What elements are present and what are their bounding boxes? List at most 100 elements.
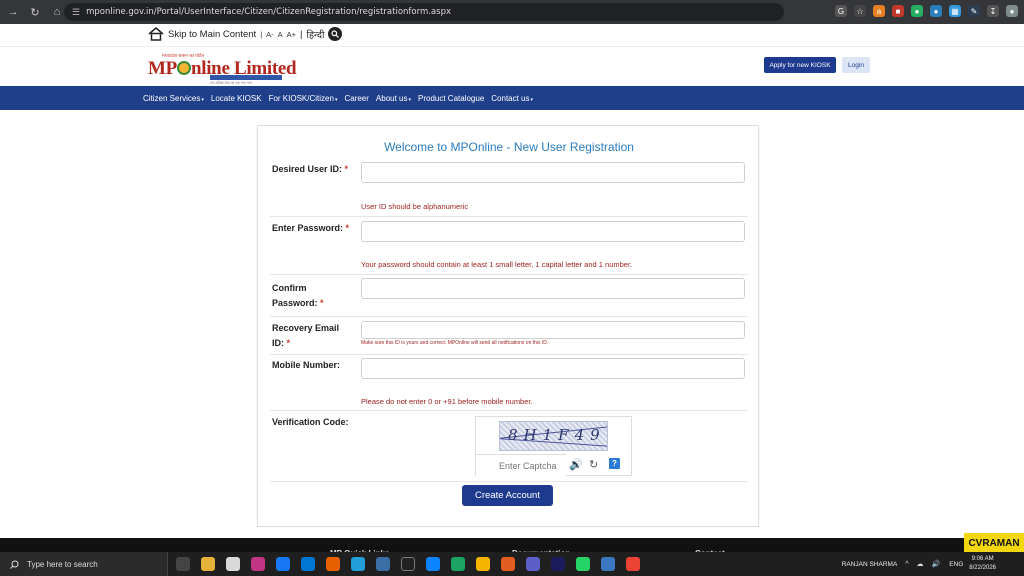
edge-dev-icon[interactable] (451, 557, 465, 571)
search-icon[interactable] (328, 27, 343, 41)
photo-app-icon[interactable] (501, 557, 515, 571)
maps-icon[interactable]: ● (911, 5, 923, 17)
chrome-icon[interactable] (476, 557, 490, 571)
nav-item-citizen-services[interactable]: Citizen Services▾ (143, 94, 204, 103)
tray-icons[interactable]: ^ ☁ 🔊 (905, 560, 943, 568)
captcha-text: 8H1F49 (508, 426, 606, 444)
font-decrease-button[interactable]: A- (266, 30, 274, 39)
star-icon[interactable]: ☆ (854, 5, 866, 17)
chevron-down-icon: ▾ (334, 96, 338, 103)
user-id-label: Desired User ID: * (272, 162, 348, 177)
recovery-email-input[interactable] (361, 321, 745, 339)
create-account-button[interactable]: Create Account (462, 485, 553, 506)
url-text: mponline.gov.in/Portal/UserInterface/Cit… (86, 7, 451, 17)
refresh-icon[interactable]: ↻ (589, 458, 598, 471)
email-label-line2: ID: (272, 338, 284, 348)
taskbar-search[interactable]: Type here to search (0, 552, 168, 576)
skip-to-main-link[interactable]: Skip to Main Content (168, 29, 256, 40)
password-hint: Your password should contain at least 1 … (361, 260, 633, 269)
confirm-password-input[interactable] (361, 278, 745, 299)
nav-item-label: Career (344, 93, 369, 103)
nav-item-label: Product Catalogue (418, 93, 485, 103)
required-mark: * (344, 164, 349, 174)
site-info-icon[interactable]: ☰ (72, 7, 80, 18)
chevron-down-icon: ▾ (408, 96, 411, 103)
hindi-language-link[interactable]: हिन्दी (307, 28, 325, 41)
telegram-icon[interactable] (351, 557, 365, 571)
nav-item-career[interactable]: Career (344, 94, 368, 103)
user-id-hint: User ID should be alphanumeric (361, 202, 469, 211)
extension-blue-icon[interactable]: ● (930, 5, 942, 17)
confirm-password-label: Confirm Password: * (272, 281, 324, 311)
whatsapp-icon[interactable] (576, 557, 590, 571)
tray-user: RANJAN SHARMA (841, 560, 898, 568)
edge-icon[interactable] (426, 557, 440, 571)
browser-toolbar: → ↻ ⌂ ☰ mponline.gov.in/Portal/UserInter… (0, 0, 1024, 24)
nav-item-product-catalogue[interactable]: Product Catalogue (418, 94, 484, 103)
remote-icon[interactable] (601, 557, 615, 571)
extension-grid-icon[interactable]: ▦ (949, 5, 961, 17)
separator: | (300, 28, 303, 40)
file-explorer-icon[interactable] (201, 557, 215, 571)
animate-icon[interactable] (551, 557, 565, 571)
tray-date: 8/22/2026 (969, 565, 996, 571)
verification-label: Verification Code: (272, 417, 349, 427)
chrome-active-icon[interactable] (626, 557, 640, 571)
translate-icon[interactable]: G (835, 5, 847, 17)
row-divider (270, 410, 748, 411)
puzzle-icon[interactable]: ✎ (968, 5, 980, 17)
taskbar-apps (176, 557, 640, 571)
logo-underline (210, 75, 282, 80)
calendar-icon[interactable] (226, 557, 240, 571)
recovery-email-label: Recovery Email ID: * (272, 321, 339, 351)
user-id-input[interactable] (361, 162, 745, 183)
tray-time: 9:06 AM (971, 556, 994, 562)
mobile-hint: Please do not enter 0 or +91 before mobi… (361, 397, 533, 406)
utility-bar: Skip to Main Content | A- A A+ | हिन्दी (0, 24, 1024, 46)
password-label: Enter Password: * (272, 221, 349, 236)
amazon-icon[interactable]: a (873, 5, 885, 17)
teams-icon[interactable] (526, 557, 540, 571)
mail-icon[interactable] (301, 557, 315, 571)
row-divider (270, 316, 748, 317)
taskbar-search-icon (10, 560, 19, 569)
row-divider (270, 354, 748, 355)
chevron-down-icon: ▾ (530, 96, 534, 103)
instagram-icon[interactable] (251, 557, 265, 571)
task-view-icon[interactable] (176, 557, 190, 571)
download-icon[interactable]: ↧ (987, 5, 999, 17)
skip-home-icon[interactable] (148, 27, 164, 41)
speaker-icon[interactable]: 🔊 (569, 458, 583, 471)
mobile-number-input[interactable] (361, 358, 745, 379)
apply-kiosk-button[interactable]: Apply for new KIOSK (764, 57, 836, 73)
nav-item-about-us[interactable]: About us▾ (376, 94, 411, 103)
nav-item-locate-kiosk[interactable]: Locate KIOSK (211, 94, 262, 103)
email-hint: Make sure this ID is yours and correct. … (361, 340, 549, 346)
nav-item-contact-us[interactable]: Contact us▾ (491, 94, 533, 103)
row-divider (270, 274, 748, 275)
user-id-label-text: Desired User ID: (272, 164, 343, 174)
font-increase-button[interactable]: A+ (287, 30, 296, 39)
firefox-icon[interactable] (326, 557, 340, 571)
logo-o-icon (176, 61, 191, 75)
app-icon[interactable] (376, 557, 390, 571)
captcha-input[interactable] (476, 454, 566, 476)
back-icon[interactable]: → (4, 3, 22, 21)
row-divider (270, 216, 748, 217)
tray-language[interactable]: ENG (949, 561, 963, 568)
extension-red-icon[interactable]: ■ (892, 5, 904, 17)
capcut-icon[interactable] (401, 557, 415, 571)
facebook-icon[interactable] (276, 557, 290, 571)
password-label-text: Enter Password: (272, 223, 344, 233)
site-header: मध्यप्रदेश शासन का पोर्टल MP nline Limite… (0, 46, 1024, 86)
reload-icon[interactable]: ↻ (26, 3, 44, 21)
tray-clock[interactable]: 9:06 AM 8/22/2026 (969, 555, 996, 573)
profile-icon[interactable]: ● (1006, 5, 1018, 17)
address-bar[interactable]: ☰ mponline.gov.in/Portal/UserInterface/C… (64, 3, 784, 21)
font-normal-button[interactable]: A (278, 30, 283, 39)
nav-item-for-kiosk-citizen[interactable]: For KIOSK/Citizen▾ (269, 94, 338, 103)
password-input[interactable] (361, 221, 745, 242)
required-mark: * (320, 298, 324, 308)
login-button[interactable]: Login (842, 57, 870, 73)
help-icon[interactable]: ? (609, 458, 620, 469)
